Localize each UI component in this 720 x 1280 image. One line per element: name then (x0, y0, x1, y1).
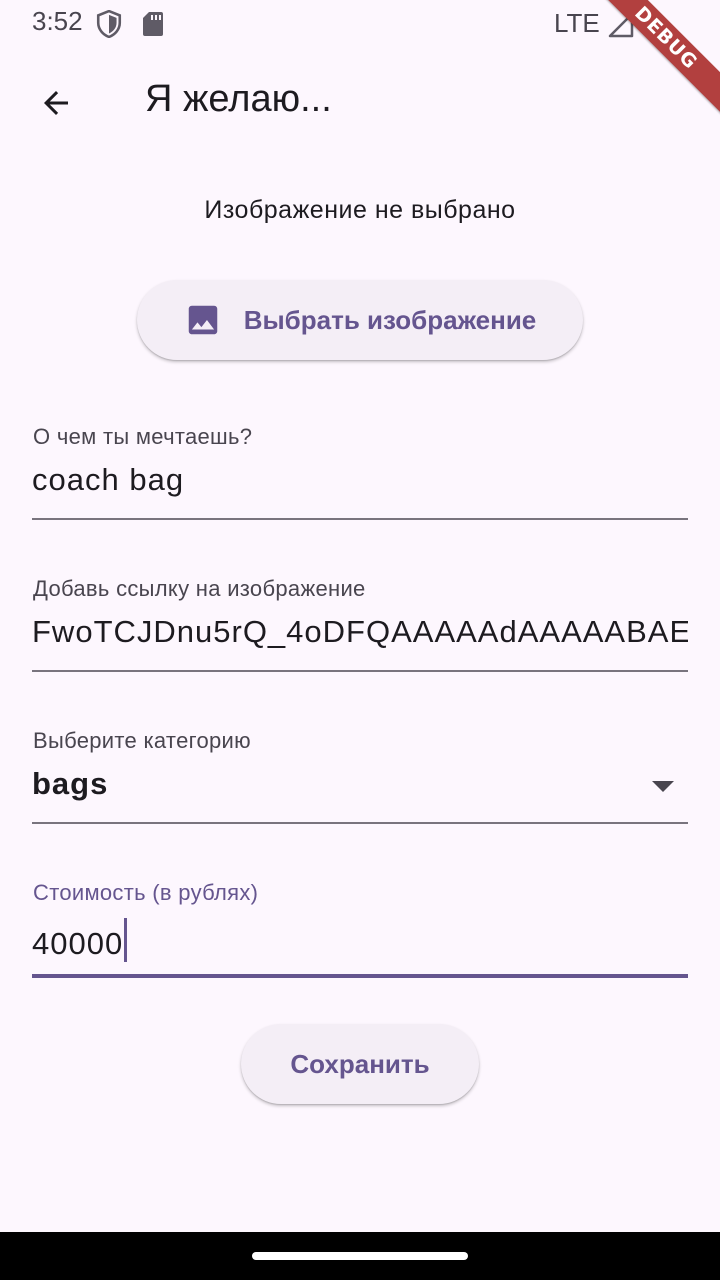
category-dropdown[interactable]: Выберите категорию bags (32, 728, 688, 828)
dream-field-underline (32, 518, 688, 520)
save-button-label: Сохранить (290, 1048, 430, 1079)
category-dropdown-label: Выберите категорию (33, 728, 251, 753)
pick-image-button[interactable]: Выбрать изображение (137, 280, 583, 360)
price-field-label: Стоимость (в рублях) (33, 880, 259, 905)
system-nav-bar (0, 1232, 720, 1280)
pick-image-label: Выбрать изображение (243, 304, 537, 335)
status-bar: 3:52 LTE DEBUG (0, 0, 720, 119)
no-image-status: Изображение не выбрано (204, 196, 516, 224)
dream-field-label: О чем ты мечтаешь? (33, 424, 253, 449)
network-type: LTE (554, 8, 600, 38)
category-dropdown-underline (32, 822, 688, 824)
category-dropdown-value[interactable]: bags (32, 766, 688, 802)
text-cursor (124, 918, 128, 962)
price-field-wrap[interactable]: 40000 (32, 918, 688, 962)
status-time: 3:52 (32, 6, 83, 36)
sd-card-icon (142, 11, 164, 41)
image-link-field-value[interactable]: FwoTCJDnu5rQ_4oDFQAAAAAdAAAAABAE (32, 614, 688, 650)
save-button[interactable]: Сохранить (241, 1024, 479, 1104)
price-field[interactable]: Стоимость (в рублях) 40000 (32, 880, 688, 980)
image-icon (184, 301, 222, 339)
home-handle[interactable] (252, 1252, 468, 1260)
price-field-underline (32, 974, 688, 978)
image-link-field[interactable]: Добавь ссылку на изображение FwoTCJDnu5r… (32, 576, 688, 676)
image-link-field-underline (32, 670, 688, 672)
image-link-field-label: Добавь ссылку на изображение (33, 576, 366, 601)
app-bar: Я желаю... (0, 60, 720, 148)
arrow-back-icon (38, 85, 74, 125)
dream-field-value[interactable]: coach bag (32, 462, 688, 498)
page-title: Я желаю... (145, 78, 332, 120)
price-field-value: 40000 (32, 926, 124, 961)
shield-icon (96, 9, 122, 42)
back-button[interactable] (28, 80, 84, 130)
dream-field[interactable]: О чем ты мечтаешь? coach bag (32, 424, 688, 524)
dropdown-arrow-icon[interactable] (652, 778, 674, 797)
